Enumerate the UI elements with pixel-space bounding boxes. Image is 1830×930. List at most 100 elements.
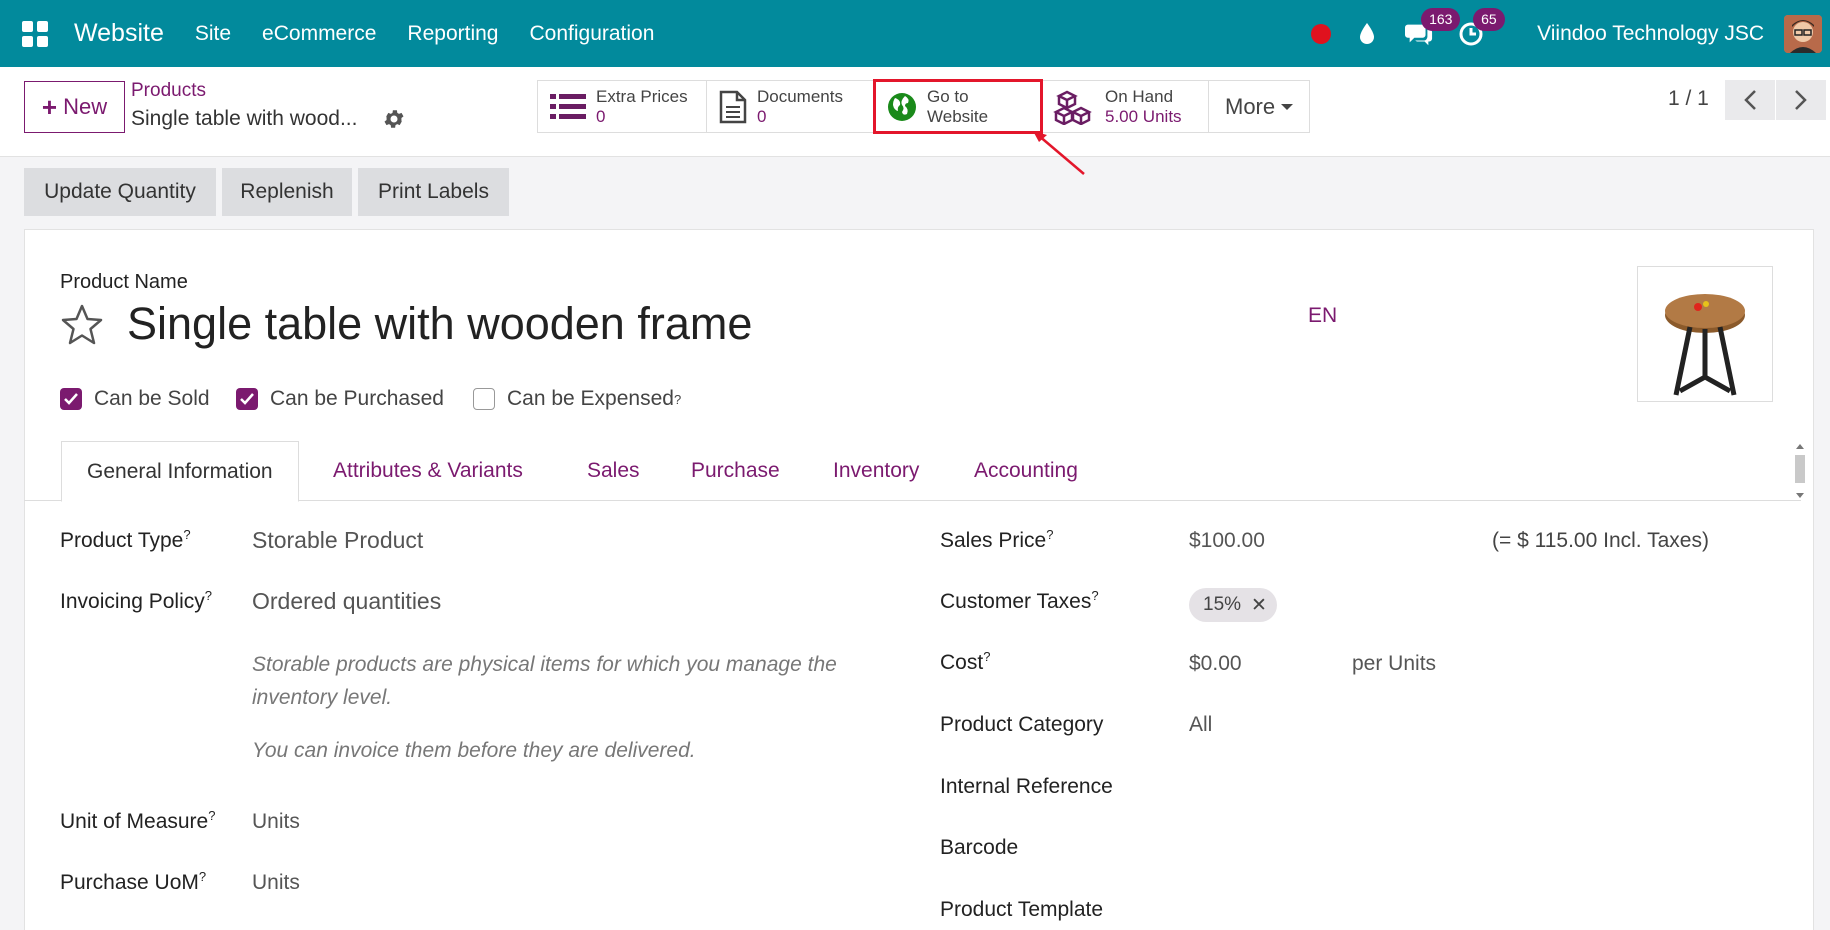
- internal-reference-label: Internal Reference: [940, 775, 1113, 798]
- on-hand-value: 5.00 Units: [1105, 106, 1182, 126]
- product-type-field[interactable]: Storable Product: [252, 527, 423, 554]
- favorite-star-icon[interactable]: [60, 303, 104, 347]
- tax-tag-label: 15%: [1203, 594, 1242, 615]
- gear-icon[interactable]: [382, 107, 406, 131]
- pager-next-button[interactable]: [1776, 80, 1826, 120]
- cost-label-text: Cost: [940, 651, 984, 674]
- cubes-icon: [1053, 90, 1092, 125]
- invoicing-help-text: You can invoice them before they are del…: [252, 739, 696, 762]
- can-be-sold-label: Can be Sold: [94, 387, 210, 410]
- activities-clock-icon[interactable]: 65: [1457, 7, 1505, 48]
- sales-price-label-text: Sales Price: [940, 529, 1047, 552]
- invoicing-policy-label-text: Invoicing Policy: [60, 590, 205, 613]
- new-button[interactable]: + New: [24, 81, 125, 133]
- help-mark[interactable]: ?: [183, 527, 190, 542]
- apps-menu-icon[interactable]: [22, 20, 48, 47]
- tab-general-information[interactable]: General Information: [61, 441, 299, 502]
- tab-purchase[interactable]: Purchase: [691, 441, 780, 501]
- help-mark[interactable]: ?: [208, 808, 215, 823]
- help-mark[interactable]: ?: [983, 649, 990, 664]
- checkbox-checked-icon: [60, 388, 82, 410]
- product-template-label: Product Template: [940, 898, 1104, 921]
- menu-site[interactable]: Site: [195, 22, 231, 46]
- purchase-uom-label-text: Purchase UoM: [60, 871, 199, 894]
- purchase-uom-field[interactable]: Units: [252, 871, 300, 895]
- uom-label-text: Unit of Measure: [60, 810, 209, 833]
- can-be-purchased-checkbox[interactable]: Can be Purchased: [236, 384, 444, 414]
- go-to-website-button[interactable]: Go to Website: [873, 79, 1043, 134]
- invoicing-policy-field[interactable]: Ordered quantities: [252, 588, 441, 615]
- sales-price-label: Sales Price?: [940, 527, 1053, 553]
- help-mark[interactable]: ?: [199, 869, 206, 884]
- menu-ecommerce[interactable]: eCommerce: [262, 22, 376, 46]
- help-mark[interactable]: ?: [205, 588, 212, 603]
- smart-buttons-bar: Extra Prices 0 Documents 0 Go to Website On…: [537, 79, 1310, 134]
- print-labels-button[interactable]: Print Labels: [358, 168, 509, 216]
- extra-prices-button[interactable]: Extra Prices 0: [538, 81, 707, 132]
- cost-field[interactable]: $0.00: [1189, 652, 1242, 676]
- help-mark[interactable]: ?: [674, 392, 681, 407]
- uom-label: Unit of Measure?: [60, 808, 215, 834]
- replenish-button[interactable]: Replenish: [222, 168, 352, 216]
- product-category-field[interactable]: All: [1189, 713, 1212, 737]
- product-type-label-text: Product Type: [60, 529, 184, 552]
- recording-indicator-icon[interactable]: [1311, 23, 1332, 44]
- tab-inventory[interactable]: Inventory: [833, 441, 919, 501]
- extra-prices-label: Extra Prices: [596, 86, 688, 106]
- cost-label: Cost?: [940, 649, 990, 675]
- list-icon: [550, 93, 586, 119]
- can-be-expensed-label: Can be Expensed: [507, 387, 674, 410]
- tab-accounting[interactable]: Accounting: [974, 441, 1078, 501]
- customer-taxes-label: Customer Taxes?: [940, 588, 1099, 614]
- menu-configuration[interactable]: Configuration: [529, 22, 654, 46]
- tabs-scrollbar[interactable]: [1792, 441, 1808, 501]
- chevron-right-icon: [1795, 90, 1807, 110]
- app-title[interactable]: Website: [74, 19, 164, 48]
- messages-count-badge: 163: [1421, 7, 1461, 31]
- user-avatar[interactable]: [1784, 14, 1822, 53]
- invoicing-policy-label: Invoicing Policy?: [60, 588, 212, 614]
- control-panel: + New Products Single table with wood...…: [0, 67, 1830, 175]
- tab-sales[interactable]: Sales: [587, 441, 640, 501]
- breadcrumb-products[interactable]: Products: [131, 80, 206, 102]
- on-hand-label: On Hand: [1105, 86, 1174, 106]
- tab-attributes-variants[interactable]: Attributes & Variants: [333, 441, 523, 501]
- go-to-value: Website: [927, 106, 989, 126]
- notebook-tabs: General Information Attributes & Variant…: [24, 441, 1801, 502]
- product-name-field[interactable]: Single table with wooden frame: [127, 298, 752, 350]
- more-label: More: [1225, 93, 1276, 119]
- product-image[interactable]: [1637, 266, 1773, 402]
- menu-reporting[interactable]: Reporting: [407, 22, 498, 46]
- more-dropdown[interactable]: More: [1209, 81, 1309, 132]
- documents-label: Documents: [757, 86, 843, 106]
- plus-icon: +: [41, 91, 58, 122]
- droplet-icon[interactable]: [1353, 20, 1381, 48]
- annotation-arrow: [1033, 131, 1085, 175]
- documents-button[interactable]: Documents 0: [707, 81, 875, 132]
- customer-taxes-label-text: Customer Taxes: [940, 590, 1092, 613]
- help-mark[interactable]: ?: [1046, 527, 1053, 542]
- pager-counter[interactable]: 1 / 1: [1668, 87, 1709, 111]
- tax-tag[interactable]: 15% ✕: [1189, 588, 1277, 622]
- company-switcher[interactable]: Viindoo Technology JSC: [1537, 22, 1764, 46]
- document-icon: [719, 90, 747, 123]
- on-hand-button[interactable]: On Hand 5.00 Units: [1041, 81, 1209, 132]
- can-be-sold-checkbox[interactable]: Can be Sold: [60, 384, 210, 414]
- can-be-purchased-label: Can be Purchased: [270, 387, 444, 410]
- help-mark[interactable]: ?: [1091, 588, 1098, 603]
- activities-count-badge: 65: [1473, 7, 1505, 31]
- breadcrumb-current: Single table with wood...: [131, 107, 358, 130]
- messages-icon[interactable]: 163: [1405, 7, 1461, 48]
- top-navbar: Website Site eCommerce Reporting Configu…: [0, 0, 1830, 67]
- cost-unit-text: per Units: [1352, 652, 1437, 675]
- language-button[interactable]: EN: [1308, 304, 1337, 328]
- product-type-label: Product Type?: [60, 527, 191, 553]
- remove-tag-icon[interactable]: ✕: [1251, 594, 1267, 617]
- checkbox-unchecked-icon: [473, 388, 495, 410]
- update-quantity-button[interactable]: Update Quantity: [24, 168, 216, 216]
- can-be-expensed-checkbox[interactable]: Can be Expensed?: [473, 384, 681, 414]
- uom-field[interactable]: Units: [252, 810, 300, 834]
- sales-price-field[interactable]: $100.00: [1189, 529, 1265, 553]
- new-button-label: New: [63, 94, 108, 119]
- pager-previous-button[interactable]: [1725, 80, 1775, 120]
